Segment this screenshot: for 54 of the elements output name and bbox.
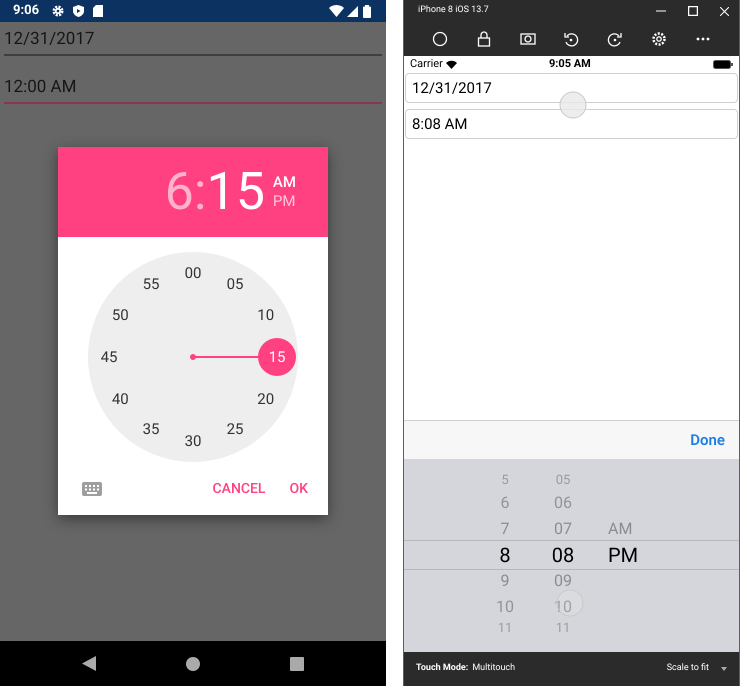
sd-card-icon	[93, 5, 104, 17]
picker-option[interactable]: 7	[492, 516, 518, 542]
camera-icon[interactable]	[520, 31, 536, 47]
home-icon[interactable]	[186, 656, 200, 670]
dial-number[interactable]: 45	[90, 338, 128, 376]
dial-number[interactable]: 30	[174, 422, 212, 460]
text-field[interactable]: 8:08 AM	[405, 109, 738, 139]
settings-icon[interactable]	[651, 31, 668, 47]
hour-text[interactable]: 6	[164, 166, 194, 218]
dialog-button[interactable]: CANCEL	[204, 474, 274, 504]
circle-icon[interactable]	[432, 31, 448, 47]
time-separator: :	[194, 166, 206, 218]
text-field[interactable]: 12:00 AM	[4, 74, 382, 104]
caret-icon[interactable]	[721, 667, 727, 671]
dial-number[interactable]: 15	[258, 338, 296, 376]
dialog-button[interactable]: OK	[282, 474, 316, 504]
dial-number[interactable]: 00	[174, 254, 212, 292]
back-icon[interactable]	[82, 656, 96, 671]
battery-icon	[713, 60, 733, 69]
picker-option[interactable]: 07	[550, 516, 576, 542]
picker-option[interactable]: 09	[550, 568, 576, 594]
done-button[interactable]: Done	[690, 428, 725, 452]
battery-icon	[363, 4, 371, 18]
status-time: 9:05 AM	[549, 56, 591, 72]
wifi-icon	[446, 60, 457, 69]
lock-icon[interactable]	[476, 31, 492, 47]
period-option[interactable]: PM	[272, 194, 296, 209]
close-icon[interactable]	[720, 6, 729, 16]
rotate-left-icon[interactable]	[563, 31, 580, 47]
picker-option[interactable]: 08	[550, 542, 576, 568]
scale-dropdown[interactable]: Scale to fit	[666, 662, 709, 676]
picker-option[interactable]: PM	[608, 542, 638, 568]
carrier-text: Carrier	[410, 56, 443, 72]
maximize-icon[interactable]	[688, 6, 698, 16]
rotate-right-icon[interactable]	[607, 31, 624, 47]
text-field[interactable]: 12/31/2017	[4, 26, 382, 56]
recents-icon[interactable]	[290, 656, 304, 670]
touch-mode-label: Touch Mode:	[416, 662, 468, 676]
signal-icon	[347, 5, 358, 17]
touch-indicator-icon	[559, 91, 587, 119]
gear-icon	[52, 5, 64, 17]
picker-option[interactable]: 9	[492, 568, 518, 594]
picker-option[interactable]: AM	[608, 516, 632, 542]
shield-icon	[73, 5, 84, 17]
wifi-icon	[329, 5, 344, 17]
touch-mode-value[interactable]: Multitouch	[472, 662, 516, 676]
period-option[interactable]: AM	[272, 175, 296, 190]
window-title: iPhone 8 iOS 13.7	[418, 4, 489, 18]
minute-text[interactable]: 15	[206, 166, 265, 218]
status-time: 9:06	[13, 2, 40, 20]
picker-option[interactable]: 8	[492, 542, 518, 568]
keyboard-icon[interactable]	[82, 482, 102, 496]
text-field[interactable]: 12/31/2017	[405, 73, 738, 103]
time-picker-wheel[interactable]: 5 6 7 8 9 10 11 05 06 07 08 09 10 11 AM PM	[404, 459, 739, 652]
